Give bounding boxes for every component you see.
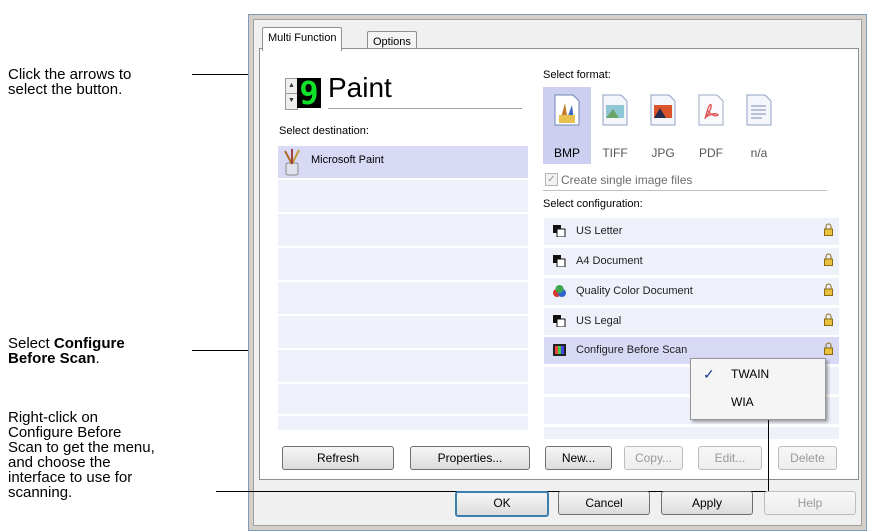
config-empty-row: [544, 427, 839, 439]
callout-line: Right-click on: [8, 409, 99, 426]
color-scanner-icon: [553, 285, 566, 297]
app-name-text: Paint: [328, 72, 392, 103]
callout-arrows: Click the arrows to select the button.: [8, 67, 131, 97]
button-number-display: 9: [297, 74, 321, 112]
scanner-icon: [553, 255, 566, 267]
lock-icon: [824, 223, 833, 236]
lock-icon: [824, 283, 833, 296]
config-label: Configure Before Scan: [576, 344, 688, 356]
lock-icon: [824, 253, 833, 266]
config-label: US Legal: [576, 315, 622, 327]
app-name: Paint: [328, 71, 392, 105]
format-tiff[interactable]: TIFF: [591, 87, 639, 164]
menu-item-label: TWAIN: [731, 367, 770, 381]
ok-button[interactable]: OK: [455, 491, 549, 517]
destination-empty-row: [278, 248, 528, 282]
config-item[interactable]: A4 Document: [544, 248, 839, 275]
lock-icon: [824, 342, 833, 355]
format-label: TIFF: [602, 146, 628, 160]
check-icon: ✓: [703, 366, 715, 382]
divider: [543, 190, 827, 191]
callout-line: Scan to get the menu,: [8, 439, 155, 456]
destination-empty-row: [278, 180, 528, 214]
format-label: n/a: [750, 146, 768, 160]
format-label: PDF: [699, 146, 723, 160]
callout-line: Configure Before: [8, 424, 122, 441]
config-item[interactable]: US Legal: [544, 308, 839, 335]
callout-line: Click the arrows to: [8, 66, 132, 83]
tab-multi-function[interactable]: Multi Function: [262, 27, 343, 51]
destination-empty-row: [278, 282, 528, 316]
config-item[interactable]: US Letter: [544, 218, 839, 245]
format-bmp[interactable]: BMP: [543, 87, 591, 164]
bmp-icon: [554, 94, 580, 126]
destination-label: Microsoft Paint: [311, 154, 384, 166]
destination-empty-row: [278, 384, 528, 416]
context-menu[interactable]: ✓ TWAIN WIA: [690, 358, 826, 420]
callout-rightclick: Right-click on Configure Before Scan to …: [8, 410, 155, 500]
create-single-checkbox[interactable]: ✓: [545, 173, 558, 186]
select-configuration-label: Select configuration:: [543, 198, 643, 210]
tab-label: Options: [373, 36, 411, 48]
destination-empty-row: [278, 214, 528, 248]
config-label: Quality Color Document: [576, 285, 693, 297]
leader-line-rightclick-v: [768, 412, 769, 492]
callout-line: scanning.: [8, 484, 73, 501]
config-label: A4 Document: [576, 255, 643, 267]
copy-button[interactable]: Copy...: [624, 446, 683, 470]
spin-up-arrow-icon[interactable]: ▲: [286, 79, 297, 93]
button-number: 9: [299, 74, 319, 112]
menu-item-label: WIA: [731, 395, 754, 409]
refresh-button[interactable]: Refresh: [282, 446, 394, 470]
menu-item-wia[interactable]: WIA: [691, 389, 825, 415]
lock-icon: [824, 313, 833, 326]
select-destination-label: Select destination:: [279, 125, 369, 137]
cancel-button[interactable]: Cancel: [558, 491, 650, 515]
menu-item-twain[interactable]: ✓ TWAIN: [691, 361, 825, 387]
destination-empty-row: [278, 316, 528, 350]
callout-line: and choose the: [8, 454, 111, 471]
scanner-icon: [553, 315, 566, 327]
spin-down-arrow-icon[interactable]: ▼: [286, 93, 297, 108]
film-icon: [553, 344, 566, 356]
create-single-label: Create single image files: [561, 173, 693, 187]
callout-line: select the button.: [8, 81, 123, 98]
callout-configure: Select Configure Before Scan.: [8, 336, 125, 366]
properties-button[interactable]: Properties...: [410, 446, 530, 470]
apply-button[interactable]: Apply: [661, 491, 753, 515]
callout-text: .: [95, 350, 100, 367]
text-file-icon: [746, 94, 772, 126]
app-name-underline: [328, 108, 522, 109]
config-label: US Letter: [576, 225, 623, 237]
jpg-icon: [650, 94, 676, 126]
edit-button[interactable]: Edit...: [698, 446, 762, 470]
format-label: BMP: [553, 146, 580, 160]
select-format-label: Select format:: [543, 69, 611, 81]
destination-item[interactable]: Microsoft Paint: [278, 146, 528, 180]
tiff-icon: [602, 94, 628, 126]
destination-list[interactable]: Microsoft Paint: [278, 146, 528, 432]
new-button[interactable]: New...: [545, 446, 612, 470]
format-na[interactable]: n/a: [735, 87, 783, 164]
pdf-icon: [698, 94, 724, 126]
destination-empty-row: [278, 350, 528, 384]
callout-line: interface to use for: [8, 469, 133, 486]
format-jpg[interactable]: JPG: [639, 87, 687, 164]
help-button[interactable]: Help: [764, 491, 856, 515]
paint-brushes-icon: [284, 149, 300, 176]
callout-bold: Before Scan: [8, 350, 96, 367]
format-label: JPG: [651, 146, 675, 160]
scanner-icon: [553, 225, 566, 237]
format-pdf[interactable]: PDF: [687, 87, 735, 164]
delete-button[interactable]: Delete: [778, 446, 837, 470]
destination-empty-row: [278, 416, 528, 432]
tab-label: Multi Function: [268, 32, 337, 44]
config-item[interactable]: Quality Color Document: [544, 278, 839, 305]
